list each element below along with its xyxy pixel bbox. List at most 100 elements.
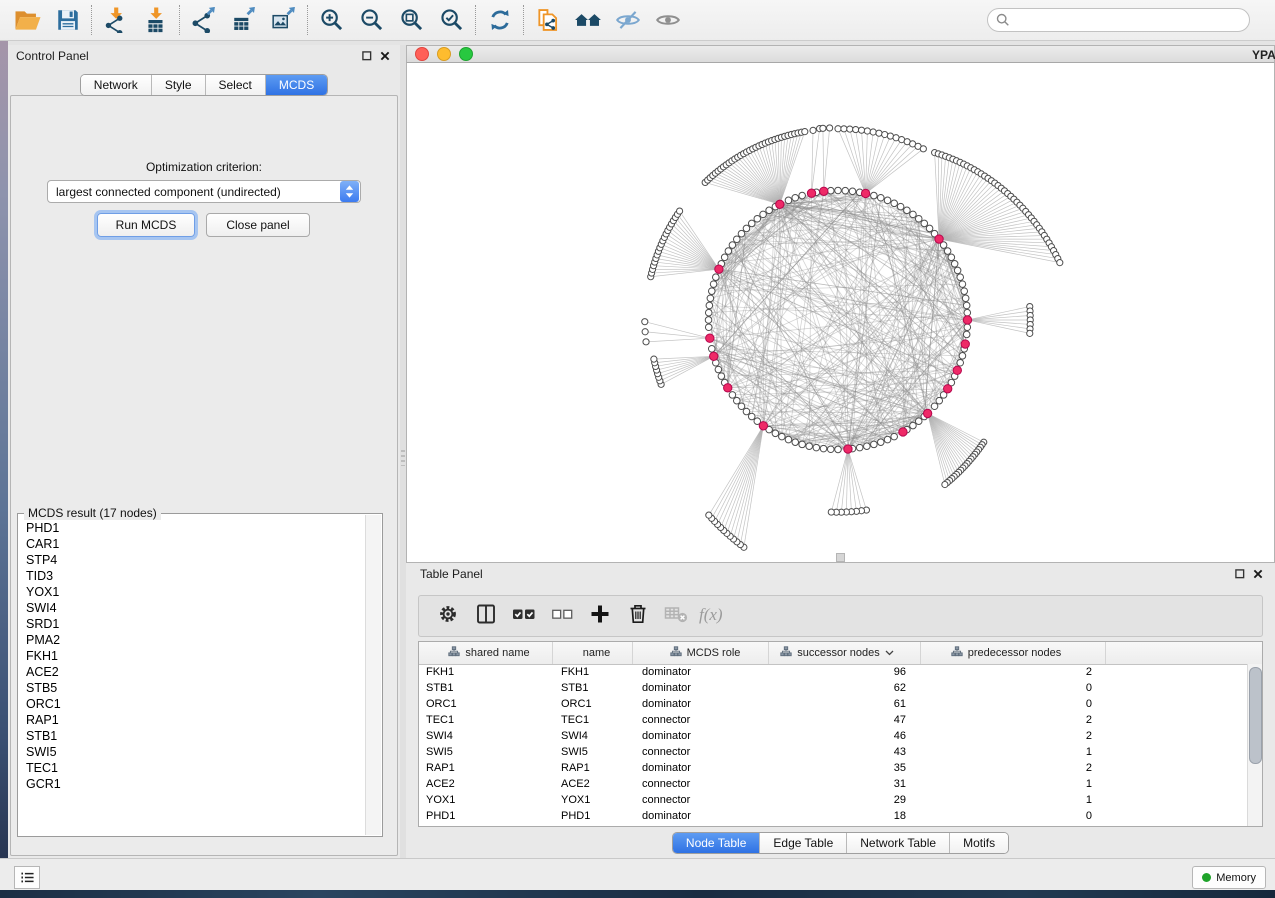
network-canvas[interactable] [406,63,1275,563]
cell: connector [633,714,769,726]
cell: dominator [633,730,769,742]
tab-style[interactable]: Style [152,75,206,95]
mcds-result-item[interactable]: SRD1 [19,616,365,632]
mcds-result-item[interactable]: SWI5 [19,744,365,760]
result-list-scrollbar[interactable] [365,515,381,835]
float-table-panel-icon[interactable] [1231,567,1249,581]
column-namespace-icon [448,646,460,660]
table-settings-gear-button[interactable] [429,599,467,633]
mcds-result-item[interactable]: TID3 [19,568,365,584]
zoom-out-icon [359,7,385,33]
cell: dominator [633,682,769,694]
search-input[interactable] [1015,12,1241,28]
mcds-result-item[interactable]: TEC1 [19,760,365,776]
task-history-button[interactable] [14,866,40,889]
memory-button[interactable]: Memory [1192,866,1266,889]
table-row[interactable]: FKH1FKH1dominator962 [419,664,1248,680]
mcds-result-item[interactable]: STB5 [19,680,365,696]
hide-selected-button[interactable] [608,3,648,37]
tab-network-table[interactable]: Network Table [847,833,950,853]
table-row[interactable]: SWI5SWI5connector431 [419,744,1248,760]
close-table-panel-icon[interactable] [1249,567,1267,581]
delete-columns-button[interactable] [619,599,657,633]
export-image-button[interactable] [264,3,304,37]
zoom-selected-button[interactable] [432,3,472,37]
mcds-result-item[interactable]: CAR1 [19,536,365,552]
run-mcds-button[interactable]: Run MCDS [97,213,195,237]
mcds-result-item[interactable]: STB1 [19,728,365,744]
mcds-result-item[interactable]: STP4 [19,552,365,568]
refresh-layout-button[interactable] [480,3,520,37]
zoom-out-button[interactable] [352,3,392,37]
export-network-button[interactable] [184,3,224,37]
window-close-button[interactable] [415,47,429,61]
deselect-all-checks-button[interactable] [543,599,581,633]
mcds-result-item[interactable]: ORC1 [19,696,365,712]
column-header-name[interactable]: name [553,642,633,664]
table-row[interactable]: RAP1RAP1dominator352 [419,760,1248,776]
tab-edge-table[interactable]: Edge Table [760,833,847,853]
close-panel-button[interactable]: Close panel [206,213,310,237]
cell: 96 [769,666,921,678]
tab-motifs[interactable]: Motifs [950,833,1008,853]
mcds-result-item[interactable]: SWI4 [19,600,365,616]
cell: 18 [769,810,921,822]
tab-select[interactable]: Select [206,75,266,95]
zoom-fit-button[interactable] [392,3,432,37]
zoom-in-button[interactable] [312,3,352,37]
table-row[interactable]: SWI4SWI4dominator462 [419,728,1248,744]
mcds-result-item[interactable]: PHD1 [19,520,365,536]
cell: ORC1 [553,698,633,710]
first-neighbors-button[interactable] [568,3,608,37]
mcds-result-item[interactable]: ACE2 [19,664,365,680]
zoom-selected-icon [439,7,465,33]
column-header-label: shared name [465,647,529,659]
table-row[interactable]: YOX1YOX1connector291 [419,792,1248,808]
column-header-shared-name[interactable]: shared name [419,642,553,664]
tab-node-table[interactable]: Node Table [673,833,761,853]
table-panel: Table Panel f(x) shared namenameMCDS rol… [406,563,1275,858]
import-table-button[interactable] [136,3,176,37]
optimization-select[interactable]: largest connected component (undirected) [47,180,361,203]
column-header-MCDS-role[interactable]: MCDS role [633,642,769,664]
tab-mcds[interactable]: MCDS [266,75,327,95]
duplicate-network-button[interactable] [528,3,568,37]
table-row[interactable]: TEC1TEC1connector472 [419,712,1248,728]
mcds-result-item[interactable]: GCR1 [19,776,365,792]
control-panel-titlebar: Control Panel [8,45,400,67]
open-file-button[interactable] [8,3,48,37]
cell: 2 [921,714,1106,726]
show-all-button[interactable] [648,3,688,37]
open-file-icon [14,8,42,33]
table-row[interactable]: STB1STB1dominator620 [419,680,1248,696]
table-row[interactable]: PHD1PHD1dominator180 [419,808,1248,824]
table-row[interactable]: ACE2ACE2connector311 [419,776,1248,792]
mcds-result-item[interactable]: PMA2 [19,632,365,648]
table-scrollbar[interactable] [1247,664,1262,826]
network-graph[interactable] [407,63,1274,561]
select-all-checks-button[interactable] [505,599,543,633]
export-table-button[interactable] [224,3,264,37]
float-panel-icon[interactable] [358,49,376,63]
window-minimize-button[interactable] [437,47,451,61]
mcds-result-item[interactable]: RAP1 [19,712,365,728]
table-scrollbar-thumb[interactable] [1249,667,1262,764]
save-session-button[interactable] [48,3,88,37]
mcds-result-item[interactable]: YOX1 [19,584,365,600]
add-column-button[interactable] [581,599,619,633]
window-zoom-button[interactable] [459,47,473,61]
column-header-successor-nodes[interactable]: successor nodes [769,642,921,664]
horizontal-splitter-handle[interactable] [836,553,845,562]
cell: ORC1 [419,698,553,710]
split-panel-button[interactable] [467,599,505,633]
tab-network[interactable]: Network [81,75,152,95]
mcds-result-item[interactable]: FKH1 [19,648,365,664]
cell: connector [633,778,769,790]
search-box[interactable] [987,8,1250,32]
import-network-button[interactable] [96,3,136,37]
close-panel-icon[interactable] [376,49,394,63]
column-header-predecessor-nodes[interactable]: predecessor nodes [921,642,1106,664]
column-header-filler [1106,642,1262,664]
table-row[interactable]: ORC1ORC1dominator610 [419,696,1248,712]
table-panel-title: Table Panel [406,567,1231,581]
